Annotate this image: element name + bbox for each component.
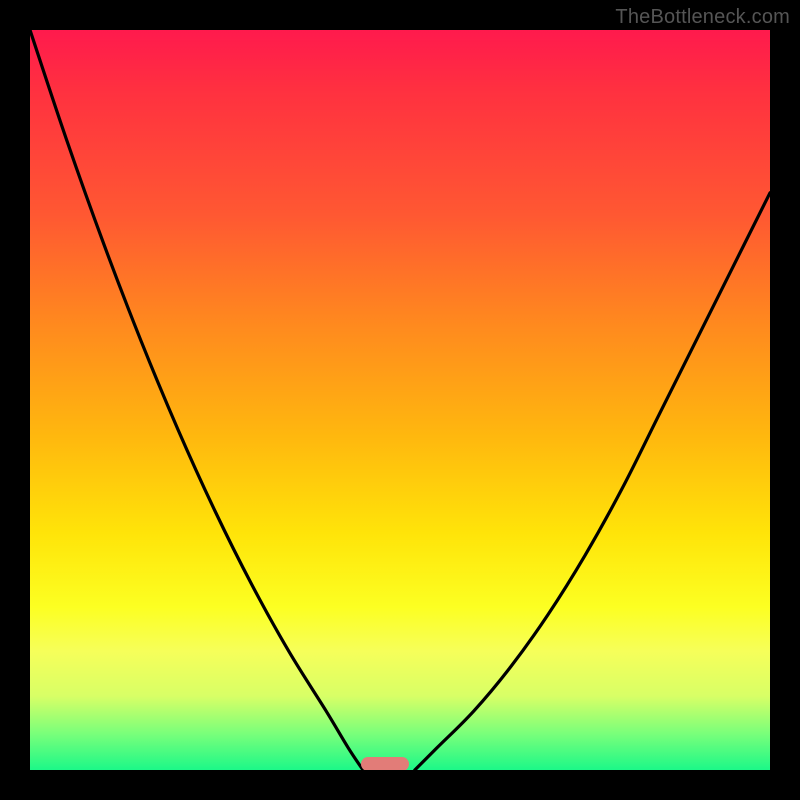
watermark-text: TheBottleneck.com [615,6,790,29]
plot-area [30,30,770,770]
right-curve [415,193,770,770]
curve-layer [30,30,770,770]
left-curve [30,30,363,770]
chart-frame: TheBottleneck.com [0,0,800,800]
minimum-marker [361,757,409,770]
